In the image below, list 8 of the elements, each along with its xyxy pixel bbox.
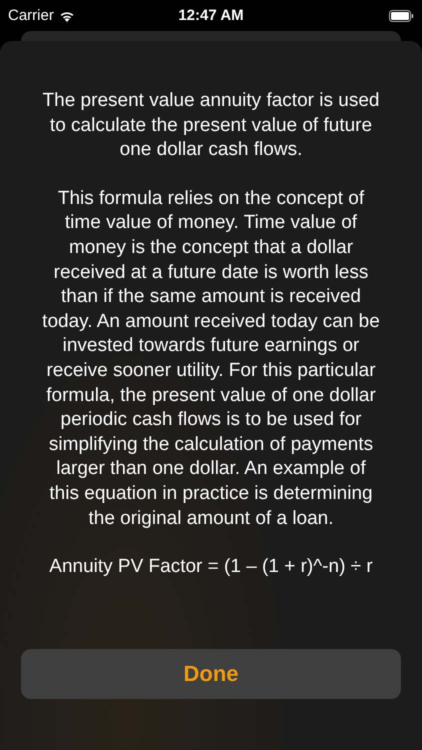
done-button[interactable]: Done [21,649,401,699]
wifi-icon [58,10,75,22]
formula-text: Annuity PV Factor = (1 – (1 + r)^-n) ÷ r [48,555,374,580]
description-paragraph: The present value annuity factor is used to calculate the present value of future one dollar cash flows. [42,89,380,162]
battery-icon [389,10,414,22]
description-paragraph: This formula relies on the concept of time value of money. Time value of money is the concept that a dollar received at a future date is worth less than if the same amount is received today. An amount received today can be invested towards future earnings or receive sooner utility. For this particular formula, the present value of one dollar periodic cash flows is to be used for simplifying the calculation of payments larger than one dollar. An example of this equation in practice is determining the original amount of a loan. [41,186,381,530]
carrier-label: Carrier [8,7,54,24]
status-time: 12:47 AM [178,7,244,24]
